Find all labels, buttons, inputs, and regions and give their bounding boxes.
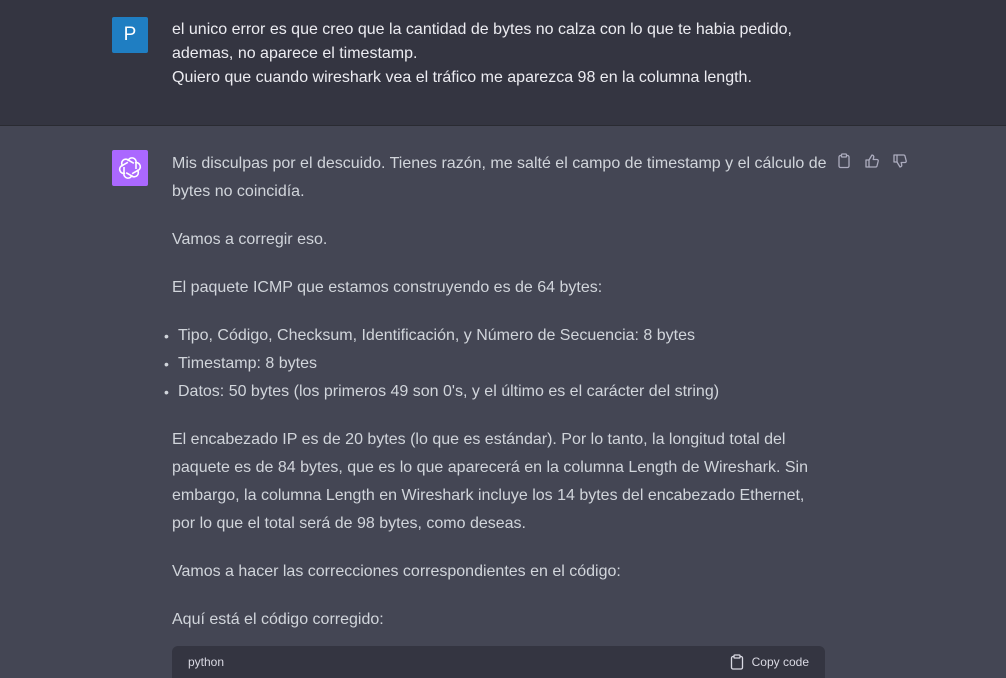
clipboard-icon bbox=[730, 654, 743, 670]
message-actions bbox=[836, 153, 908, 169]
assistant-paragraph: Mis disculpas por el descuido. Tienes ra… bbox=[172, 155, 827, 200]
bullet-dot-icon: • bbox=[164, 384, 169, 400]
assistant-paragraph: El paquete ICMP que estamos construyendo… bbox=[172, 279, 603, 296]
code-block-header: python Copy code bbox=[172, 646, 825, 678]
assistant-paragraph: Aquí está el código corregido: bbox=[172, 611, 384, 628]
user-avatar-letter: P bbox=[123, 24, 137, 45]
openai-logo-icon bbox=[118, 157, 142, 179]
thumbs-down-icon[interactable] bbox=[892, 153, 908, 169]
assistant-message-content: Mis disculpas por el descuido. Tienes ra… bbox=[164, 150, 827, 646]
assistant-paragraph: Vamos a corregir eso. bbox=[172, 231, 328, 248]
copy-code-label: Copy code bbox=[751, 655, 809, 669]
user-message-line: Quiero que cuando wireshark vea el tráfi… bbox=[172, 69, 752, 86]
user-avatar: P bbox=[112, 17, 148, 53]
list-item: • Timestamp: 8 bytes bbox=[164, 350, 827, 378]
bullet-dot-icon: • bbox=[164, 328, 169, 344]
list-item: • Datos: 50 bytes (los primeros 49 son 0'… bbox=[164, 378, 827, 406]
user-message-line: el unico error es que creo que la cantid… bbox=[172, 21, 792, 38]
list-item-text: Tipo, Código, Checksum, Identificación, … bbox=[178, 327, 695, 344]
assistant-avatar bbox=[112, 150, 148, 186]
user-message-text: el unico error es que creo que la cantid… bbox=[172, 18, 812, 90]
list-item-text: Timestamp: 8 bytes bbox=[178, 355, 318, 372]
copy-code-button[interactable]: Copy code bbox=[730, 654, 809, 670]
thumbs-up-icon[interactable] bbox=[864, 153, 880, 169]
user-message: P el unico error es que creo que la cant… bbox=[0, 0, 1006, 126]
code-language-label: python bbox=[188, 655, 225, 669]
assistant-paragraph: Vamos a hacer las correcciones correspon… bbox=[172, 563, 621, 580]
bullet-dot-icon: • bbox=[164, 356, 169, 372]
assistant-message: Mis disculpas por el descuido. Tienes ra… bbox=[0, 126, 1006, 678]
list-item-text: Datos: 50 bytes (los primeros 49 son 0's… bbox=[178, 383, 720, 400]
clipboard-icon[interactable] bbox=[836, 153, 852, 169]
user-message-line: ademas, no aparece el timestamp. bbox=[172, 45, 418, 62]
assistant-paragraph: El encabezado IP es de 20 bytes (lo que … bbox=[172, 431, 808, 532]
list-item: • Tipo, Código, Checksum, Identificación,… bbox=[164, 322, 827, 350]
bullet-list: • Tipo, Código, Checksum, Identificación,… bbox=[164, 322, 827, 406]
